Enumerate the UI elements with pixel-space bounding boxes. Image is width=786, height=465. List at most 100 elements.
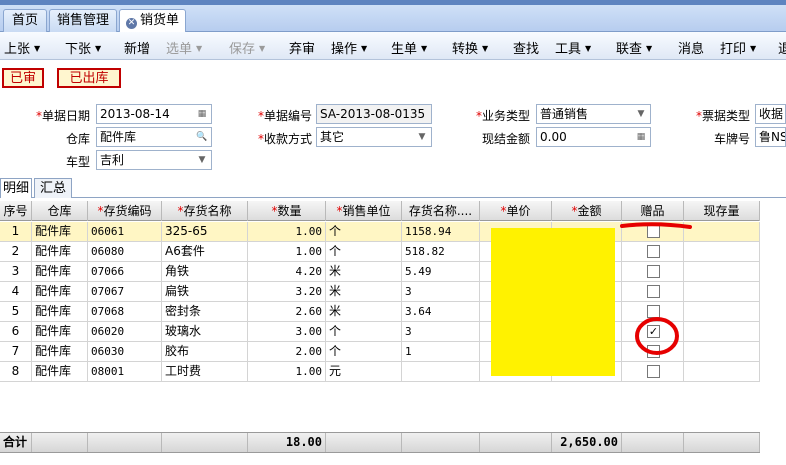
select-doc-button[interactable]: 选单 ▼ [166, 38, 202, 57]
table-row[interactable]: 1 配件库 06061 325-65 1.00 个 1158.94 [0, 222, 760, 242]
gift-checkbox[interactable] [647, 265, 660, 278]
col-header-gift[interactable]: 赠品 [622, 201, 684, 221]
cell-qty[interactable]: 1.00 [248, 222, 326, 241]
table-row[interactable]: 7 配件库 06030 胶布 2.00 个 1 [0, 342, 760, 362]
cell-item-code[interactable]: 06061 [88, 222, 162, 241]
cell-item-name-2[interactable]: 3.64 [402, 302, 480, 321]
cell-unit[interactable]: 个 [326, 322, 402, 341]
cell-seq[interactable]: 5 [0, 302, 32, 321]
cell-stock[interactable] [684, 222, 760, 241]
cell-warehouse[interactable]: 配件库 [32, 242, 88, 261]
message-button[interactable]: 消息 [678, 38, 704, 57]
cell-stock[interactable] [684, 262, 760, 281]
cell-qty[interactable]: 2.00 [248, 342, 326, 361]
tab-detail[interactable]: 明细 [0, 178, 32, 198]
chevron-down-icon[interactable]: ▼ [414, 129, 430, 145]
cell-item-name[interactable]: A6套件 [162, 242, 248, 261]
cell-warehouse[interactable]: 配件库 [32, 222, 88, 241]
tab-sales-management[interactable]: 销售管理 [49, 9, 117, 32]
cell-item-name-2[interactable] [402, 362, 480, 381]
invoice-type-select[interactable]: 收据 [755, 104, 786, 124]
col-header-item-code[interactable]: *存货编码 [88, 201, 162, 221]
col-header-unit[interactable]: *销售单位 [326, 201, 402, 221]
gift-checkbox[interactable] [647, 365, 660, 378]
cell-gift[interactable] [622, 242, 684, 261]
find-button[interactable]: 查找 [513, 38, 539, 57]
cell-unit[interactable]: 米 [326, 302, 402, 321]
col-header-warehouse[interactable]: 仓库 [32, 201, 88, 221]
cell-qty[interactable]: 2.60 [248, 302, 326, 321]
gift-checkbox[interactable] [647, 245, 660, 258]
car-model-select[interactable]: 吉利 ▼ [96, 150, 212, 170]
prev-button[interactable]: 上张 ▼ [4, 38, 40, 57]
doc-no-field[interactable]: SA-2013-08-0135 [316, 104, 432, 124]
print-button[interactable]: 打印 ▼ [720, 38, 756, 57]
cell-unit[interactable]: 个 [326, 242, 402, 261]
cell-warehouse[interactable]: 配件库 [32, 302, 88, 321]
cell-warehouse[interactable]: 配件库 [32, 342, 88, 361]
cell-item-name-2[interactable]: 1 [402, 342, 480, 361]
col-header-amount[interactable]: *金额 [552, 201, 622, 221]
table-row[interactable]: 8 配件库 08001 工时费 1.00 元 [0, 362, 760, 382]
chevron-down-icon[interactable]: ▼ [194, 152, 210, 168]
tools-button[interactable]: 工具 ▼ [555, 38, 591, 57]
cell-qty[interactable]: 4.20 [248, 262, 326, 281]
next-button[interactable]: 下张 ▼ [65, 38, 101, 57]
col-header-item-name-2[interactable]: 存货名称.... [402, 201, 480, 221]
cell-item-code[interactable]: 07068 [88, 302, 162, 321]
cell-item-name[interactable]: 密封条 [162, 302, 248, 321]
operation-button[interactable]: 操作 ▼ [331, 38, 367, 57]
cell-gift[interactable] [622, 222, 684, 241]
cell-unit[interactable]: 个 [326, 342, 402, 361]
cell-unit[interactable]: 元 [326, 362, 402, 381]
cell-item-code[interactable]: 08001 [88, 362, 162, 381]
cell-gift[interactable] [622, 282, 684, 301]
cell-item-name[interactable]: 胶布 [162, 342, 248, 361]
new-button[interactable]: 新增 [124, 38, 150, 57]
cash-amount-field[interactable]: 0.00 ▦ [536, 127, 651, 147]
linked-query-button[interactable]: 联查 ▼ [616, 38, 652, 57]
cell-warehouse[interactable]: 配件库 [32, 262, 88, 281]
cell-gift[interactable]: ✓ [622, 322, 684, 341]
warehouse-field[interactable]: 配件库 🔍 [96, 127, 212, 147]
cell-unit[interactable]: 米 [326, 262, 402, 281]
cell-qty[interactable]: 3.00 [248, 322, 326, 341]
cell-item-name[interactable]: 工时费 [162, 362, 248, 381]
cell-item-name-2[interactable]: 5.49 [402, 262, 480, 281]
gift-checkbox[interactable]: ✓ [647, 325, 660, 338]
cell-qty[interactable]: 1.00 [248, 362, 326, 381]
cell-item-code[interactable]: 06030 [88, 342, 162, 361]
col-header-price[interactable]: *单价 [480, 201, 552, 221]
unaudit-button[interactable]: 弃审 [289, 38, 315, 57]
col-header-qty[interactable]: *数量 [248, 201, 326, 221]
cell-seq[interactable]: 8 [0, 362, 32, 381]
gift-checkbox[interactable] [647, 225, 660, 238]
cell-seq[interactable]: 1 [0, 222, 32, 241]
biz-type-select[interactable]: 普通销售 ▼ [536, 104, 651, 124]
table-row[interactable]: 6 配件库 06020 玻璃水 3.00 个 3 ✓ [0, 322, 760, 342]
tab-summary[interactable]: 汇总 [34, 178, 72, 198]
calendar-icon[interactable]: ▦ [194, 106, 210, 122]
cell-seq[interactable]: 3 [0, 262, 32, 281]
cell-seq[interactable]: 7 [0, 342, 32, 361]
cell-gift[interactable] [622, 262, 684, 281]
close-icon[interactable]: ✕ [125, 18, 137, 29]
gift-checkbox[interactable] [647, 285, 660, 298]
cell-item-code[interactable]: 07067 [88, 282, 162, 301]
cell-gift[interactable] [622, 302, 684, 321]
convert-button[interactable]: 转换 ▼ [452, 38, 488, 57]
cell-stock[interactable] [684, 322, 760, 341]
cell-gift[interactable] [622, 342, 684, 361]
generate-doc-button[interactable]: 生单 ▼ [391, 38, 427, 57]
cell-warehouse[interactable]: 配件库 [32, 322, 88, 341]
cell-item-name[interactable]: 角铁 [162, 262, 248, 281]
cell-item-name-2[interactable]: 3 [402, 282, 480, 301]
tab-home[interactable]: 首页 [3, 9, 47, 32]
table-row[interactable]: 3 配件库 07066 角铁 4.20 米 5.49 [0, 262, 760, 282]
cell-item-code[interactable]: 06020 [88, 322, 162, 341]
cell-item-code[interactable]: 07066 [88, 262, 162, 281]
cell-item-name-2[interactable]: 3 [402, 322, 480, 341]
payment-select[interactable]: 其它 ▼ [316, 127, 432, 147]
table-row[interactable]: 5 配件库 07068 密封条 2.60 米 3.64 [0, 302, 760, 322]
calculator-icon[interactable]: ▦ [633, 129, 649, 145]
